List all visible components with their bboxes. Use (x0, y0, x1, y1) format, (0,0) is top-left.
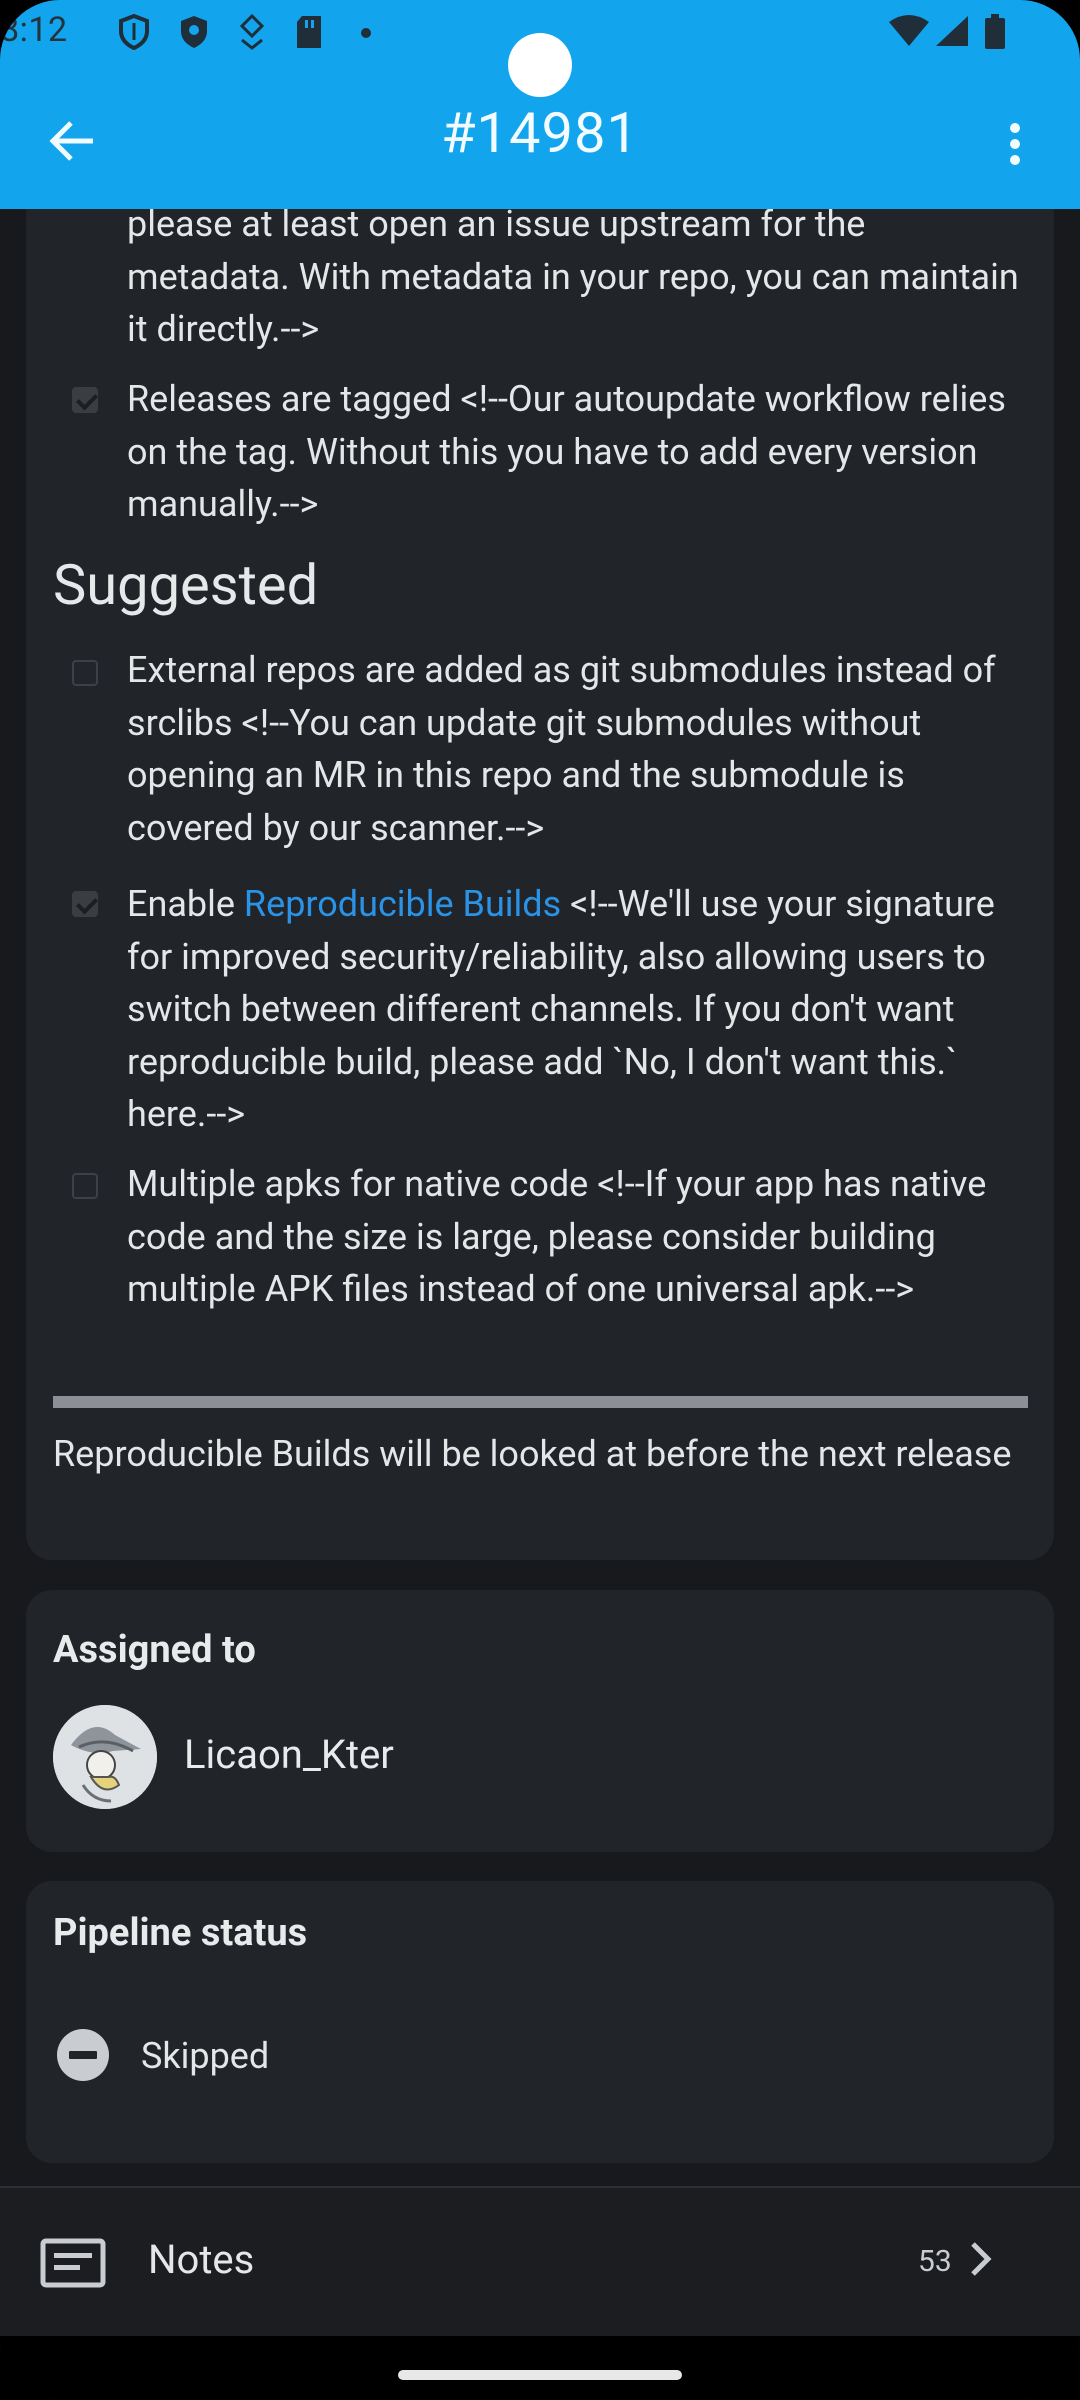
sd-card-icon (294, 14, 324, 54)
more-options-button[interactable] (990, 104, 1040, 184)
checklist-checkbox[interactable] (72, 891, 98, 917)
section-heading-suggested: Suggested (53, 552, 319, 618)
assignee-name[interactable]: Licaon_Kter (184, 1731, 394, 1778)
notes-count: 53 (918, 2244, 952, 2279)
avatar[interactable] (53, 1705, 157, 1809)
item-text-before: Enable (127, 883, 244, 925)
reproducible-builds-link[interactable]: Reproducible Builds (244, 883, 561, 925)
checklist-item-text: please at least open an issue upstream f… (127, 203, 1019, 350)
minus-circle-icon (56, 2028, 110, 2082)
checklist-item-text: Multiple apks for native code <!--If you… (127, 1163, 987, 1310)
chevron-right-icon (968, 2240, 994, 2282)
description-card: please at least open an issue upstream f… (26, 150, 1054, 1560)
app-header: 8:12 #14981 (0, 0, 1080, 209)
wifi-icon (888, 14, 930, 52)
assigned-title: Assigned to (53, 1628, 256, 1672)
dot-icon (360, 24, 372, 43)
shield-outline-icon (118, 13, 150, 54)
app-bar: #14981 (0, 64, 1080, 209)
checklist-item-text: Releases are tagged <!--Our autoupdate w… (127, 378, 1006, 525)
page-title: #14981 (441, 100, 639, 166)
notes-icon (40, 2238, 106, 2292)
pipeline-title: Pipeline status (53, 1911, 308, 1955)
horizontal-rule (53, 1396, 1028, 1408)
checklist-item-text: Enable Reproducible Builds <!--We'll use… (127, 878, 1047, 1141)
download-sync-icon (238, 13, 266, 54)
checklist-checkbox[interactable] (72, 387, 98, 413)
screen: please at least open an issue upstream f… (0, 0, 1080, 2400)
description-footnote: Reproducible Builds will be looked at be… (53, 1433, 1012, 1475)
shield-filled-icon (178, 14, 210, 54)
pipeline-status-label: Skipped (141, 2035, 270, 2077)
notes-label: Notes (148, 2236, 255, 2283)
battery-icon (984, 14, 1006, 54)
status-time: 8:12 (0, 10, 68, 50)
checklist-checkbox[interactable] (72, 1173, 98, 1199)
pipeline-card: Pipeline status Skipped (26, 1881, 1054, 2163)
checklist-item-text: External repos are added as git submodul… (127, 649, 996, 849)
assigned-card: Assigned to Licaon_Kter (26, 1590, 1054, 1852)
checklist-checkbox[interactable] (72, 660, 98, 686)
more-vertical-icon (1010, 123, 1020, 165)
issue-content[interactable]: please at least open an issue upstream f… (0, 0, 1080, 2186)
notes-button[interactable]: Notes 53 (0, 2186, 1080, 2336)
home-indicator[interactable] (398, 2370, 682, 2380)
navigation-bar (0, 2336, 1080, 2400)
cellular-signal-icon (934, 14, 970, 52)
